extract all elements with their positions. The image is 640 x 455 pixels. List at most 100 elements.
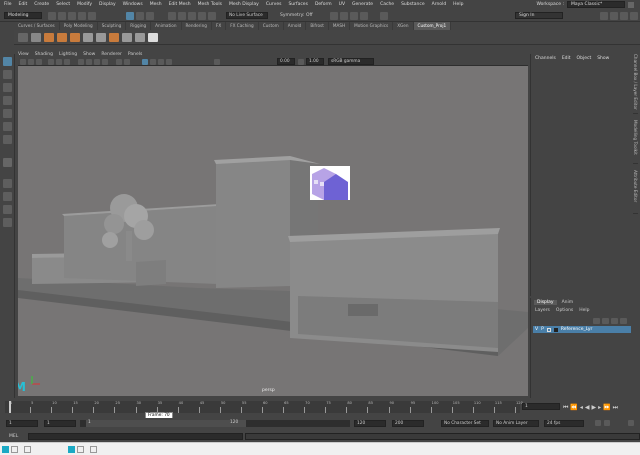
menu-create[interactable]: Create xyxy=(34,2,49,7)
snap-point-icon[interactable] xyxy=(188,12,196,20)
sign-in-button[interactable]: Sign In xyxy=(515,12,563,19)
paint-select-icon[interactable] xyxy=(3,83,12,92)
new-layer-icon[interactable] xyxy=(611,318,618,324)
step-forward-icon[interactable]: ▸ xyxy=(598,404,601,412)
snap-view-icon[interactable] xyxy=(198,12,206,20)
shelf-tab-arnold[interactable]: Arnold xyxy=(284,22,307,30)
shelf-sculpt-icon[interactable] xyxy=(44,33,54,42)
shelf-tab-sculpting[interactable]: Sculpting xyxy=(98,22,127,30)
shelf-paint-icon[interactable] xyxy=(31,33,41,42)
current-frame-marker[interactable] xyxy=(9,401,11,413)
modeling-toolkit-icon[interactable] xyxy=(600,12,608,20)
tab-display[interactable]: Display xyxy=(534,300,557,305)
panel-menu-lighting[interactable]: Lighting xyxy=(59,52,77,57)
menu-help[interactable]: Help xyxy=(579,308,589,313)
layer-type-toggle[interactable] xyxy=(546,327,551,332)
taskbar-close-icon-2[interactable] xyxy=(90,446,97,453)
shelf-mask-icon[interactable] xyxy=(148,33,158,42)
perspective-viewport[interactable]: M persp xyxy=(18,66,528,396)
maya-app-icon-2[interactable] xyxy=(68,446,75,453)
layout-graph-icon[interactable] xyxy=(3,218,12,227)
tool-settings-icon[interactable] xyxy=(620,12,628,20)
shelf-pinch-icon[interactable] xyxy=(96,33,106,42)
shelf-tab-mash[interactable]: MASH xyxy=(329,22,351,30)
go-to-start-icon[interactable]: ⏮ xyxy=(563,404,568,412)
menu-edit-mesh[interactable]: Edit Mesh xyxy=(169,2,191,7)
isolate-select-icon[interactable] xyxy=(142,59,148,65)
menu-display[interactable]: Display xyxy=(99,2,116,7)
layout-four-icon[interactable] xyxy=(3,179,12,188)
layer-playback-toggle[interactable]: P xyxy=(541,327,544,332)
menu-windows[interactable]: Windows xyxy=(123,2,143,7)
gamma-field[interactable]: 1.00 xyxy=(306,58,324,65)
shelf-tab-custom-proj1[interactable]: Custom_Proj1 xyxy=(413,22,452,30)
wireframe-icon[interactable] xyxy=(78,59,84,65)
shelf-smooth-icon[interactable] xyxy=(70,33,80,42)
camera-icon[interactable] xyxy=(20,59,26,65)
time-slider[interactable]: 1 5 10 15 20 25 30 35 40 45 50 55 60 65 70 75 80 85 90 95 10… xyxy=(5,401,523,419)
undo-icon[interactable] xyxy=(78,12,86,20)
side-tab-channel-box-layer-editor[interactable]: Channel Box / Layer Editor xyxy=(633,54,638,114)
layout-single-icon[interactable] xyxy=(3,158,12,167)
color-space-dropdown[interactable]: sRGB gamma xyxy=(328,58,374,65)
mel-input[interactable] xyxy=(28,433,243,440)
resolution-gate-icon[interactable] xyxy=(64,59,70,65)
panel-menu-renderer[interactable]: Renderer xyxy=(101,52,122,57)
xray-joints-icon[interactable] xyxy=(158,59,164,65)
play-forward-icon[interactable]: ▶ xyxy=(592,404,597,412)
range-slider-handle[interactable] xyxy=(86,420,246,427)
menu-options[interactable]: Options xyxy=(556,308,573,313)
taskbar-window-icon-2[interactable] xyxy=(77,446,84,453)
menu-substance[interactable]: Substance xyxy=(401,2,425,7)
playback-start-field[interactable]: 1 xyxy=(44,420,76,427)
shelf-tab-fx[interactable]: FX xyxy=(212,22,227,30)
layer-color-swatch[interactable] xyxy=(553,327,558,332)
shelf-tab-rigging[interactable]: Rigging xyxy=(126,22,152,30)
character-set-dropdown[interactable]: No Character Set xyxy=(441,420,489,427)
folder-icon[interactable] xyxy=(48,12,56,20)
playback-end-field[interactable]: 120 xyxy=(354,420,386,427)
bookmark-icon[interactable] xyxy=(36,59,42,65)
select-object-icon[interactable] xyxy=(136,12,144,20)
auto-key-icon[interactable] xyxy=(604,420,610,426)
shelf-tab-bifrost[interactable]: Bifrost xyxy=(306,22,329,30)
menu-curves[interactable]: Curves xyxy=(266,2,282,7)
lasso-tool-icon[interactable] xyxy=(3,70,12,79)
shelf-foamy-icon[interactable] xyxy=(122,33,132,42)
panel-menu-panels[interactable]: Panels xyxy=(128,52,142,57)
select-tool-icon[interactable] xyxy=(3,57,12,66)
taskbar-close-icon[interactable] xyxy=(24,446,31,453)
shadows-icon[interactable] xyxy=(116,59,122,65)
snap-surface-icon[interactable] xyxy=(208,12,216,20)
select-component-icon[interactable] xyxy=(146,12,154,20)
shelf-tab-custom[interactable]: Custom xyxy=(259,22,284,30)
mel-label[interactable]: MEL xyxy=(9,434,18,439)
new-layer-selected-icon[interactable] xyxy=(620,318,627,324)
menu-arnold[interactable]: Arnold xyxy=(432,2,447,7)
xray-icon[interactable] xyxy=(150,59,156,65)
panel-menu-shading[interactable]: Shading xyxy=(35,52,53,57)
ao-icon[interactable] xyxy=(124,59,130,65)
symmetry-status[interactable]: Symmetry: Off xyxy=(280,13,313,18)
move-layer-up-icon[interactable] xyxy=(593,318,600,324)
menu-cache[interactable]: Cache xyxy=(380,2,394,7)
layer-row-reference[interactable]: V P Reference_Lyr xyxy=(533,326,631,333)
menu-mesh-tools[interactable]: Mesh Tools xyxy=(198,2,222,7)
cb-menu-channels[interactable]: Channels xyxy=(535,56,556,61)
menu-help[interactable]: Help xyxy=(453,2,463,7)
layout-two-icon[interactable] xyxy=(3,192,12,201)
side-tab-attribute-editor[interactable]: Attribute Editor xyxy=(633,170,638,214)
anim-prefs-icon[interactable] xyxy=(628,420,634,426)
menu-file[interactable]: File xyxy=(4,2,12,7)
lights-icon[interactable] xyxy=(102,59,108,65)
move-tool-icon[interactable] xyxy=(3,96,12,105)
step-back-icon[interactable]: ◂ xyxy=(580,404,583,412)
film-gate-icon[interactable] xyxy=(56,59,62,65)
panel-menu-view[interactable]: View xyxy=(18,52,29,57)
shelf-tab-animation[interactable]: Animation xyxy=(151,22,182,30)
tab-anim[interactable]: Anim xyxy=(559,300,577,305)
menu-modify[interactable]: Modify xyxy=(77,2,92,7)
cb-menu-show[interactable]: Show xyxy=(597,56,609,61)
select-hierarchy-icon[interactable] xyxy=(126,12,134,20)
cb-menu-object[interactable]: Object xyxy=(577,56,592,61)
